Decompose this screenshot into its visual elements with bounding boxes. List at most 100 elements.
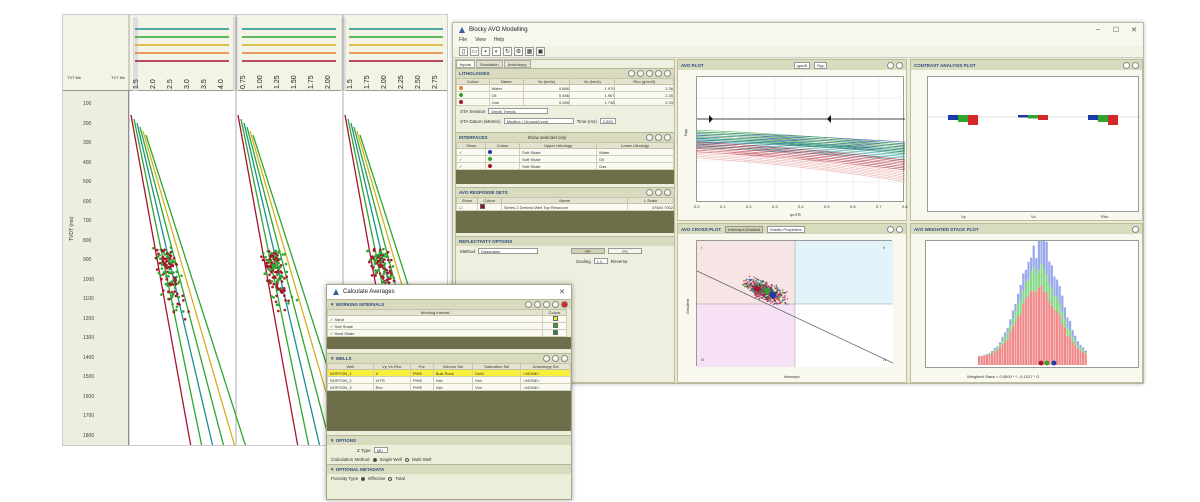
menu-help[interactable]: Help <box>494 37 504 46</box>
menu-file[interactable]: File <box>459 37 467 46</box>
plot-select-1[interactable]: qpmB <box>793 61 811 69</box>
show-selected-checkbox[interactable]: Show selected only <box>528 135 567 140</box>
app-logo-icon <box>459 27 465 33</box>
multi-well-radio[interactable] <box>404 457 409 462</box>
color-swatch[interactable] <box>459 92 463 97</box>
options-icon[interactable] <box>1123 61 1130 69</box>
table-row[interactable]: ✓ Sand <box>327 315 567 323</box>
tab-anisotropy[interactable]: Anisotropy <box>503 60 531 68</box>
new-icon[interactable]: ▯ <box>459 47 468 56</box>
settings-icon[interactable] <box>1132 61 1139 69</box>
ps-button[interactable]: PS <box>608 248 643 254</box>
add-icon[interactable] <box>525 301 532 308</box>
color-swatch[interactable] <box>459 85 463 90</box>
table-row[interactable]: Oil 0.486 1.967 2.35 <box>456 91 674 99</box>
table-row[interactable]: Water 0.886 1.970 2.36 <box>456 84 674 92</box>
settings-icon[interactable] <box>896 225 903 233</box>
log-point <box>187 310 190 313</box>
remove-icon[interactable] <box>655 189 662 196</box>
table-icon[interactable] <box>543 301 550 308</box>
stop-icon[interactable] <box>561 301 568 308</box>
table-icon[interactable] <box>664 134 671 141</box>
options-icon[interactable] <box>887 225 894 233</box>
settings-icon[interactable]: ⚙ <box>514 47 523 56</box>
crossplot-point <box>755 280 757 282</box>
close-button[interactable]: ✕ <box>553 288 571 296</box>
add-icon[interactable] <box>543 355 550 362</box>
log-point <box>161 255 165 259</box>
histogram-bar <box>1004 342 1007 365</box>
weighted-stack-area[interactable] <box>925 231 1139 368</box>
table-row[interactable]: ✓ Soft Shale <box>327 322 567 330</box>
pp-button[interactable]: PP <box>571 248 606 254</box>
time-field[interactable]: 2,500 <box>599 118 616 124</box>
calc-method-row: Calculation Method Single Well Multi Wel… <box>331 457 432 462</box>
remove-icon[interactable] <box>534 301 541 308</box>
options-icon[interactable] <box>887 61 894 69</box>
table-row[interactable]: ✓ Hard Shale <box>327 329 567 337</box>
add-icon[interactable] <box>646 134 653 141</box>
method-select[interactable]: Gassmann <box>478 248 539 254</box>
log-point <box>386 255 389 258</box>
remove-icon[interactable] <box>655 134 662 141</box>
options-icon[interactable] <box>664 70 671 77</box>
tab-inputs[interactable]: Inputs <box>456 60 475 68</box>
single-well-radio[interactable] <box>372 457 377 462</box>
effective-radio[interactable] <box>361 476 366 481</box>
crossplot-area[interactable]: I II III IV <box>696 240 894 367</box>
maximize-button[interactable]: ☐ <box>1107 26 1125 34</box>
avo-plot-area[interactable] <box>696 76 906 203</box>
histogram-bar <box>1066 335 1069 365</box>
table-row[interactable]: NORTON_2 VITR PHIE Vsh Vsh <NONE> <box>327 376 571 384</box>
contrast-plot-area[interactable] <box>927 76 1140 212</box>
color-swatch[interactable] <box>459 99 463 104</box>
window-icon[interactable]: ▣ <box>536 47 545 56</box>
plot-select-2[interactable]: Rpp <box>814 61 828 69</box>
save-icon[interactable]: ▪ <box>481 47 490 56</box>
grid-icon[interactable]: ▦ <box>525 47 534 56</box>
close-button[interactable]: ✕ <box>1125 26 1143 34</box>
search-icon[interactable] <box>561 355 568 362</box>
quadrant-fill <box>795 241 893 304</box>
lithology-icon[interactable]: ◐ <box>492 47 501 56</box>
refresh-icon[interactable]: ↻ <box>503 47 512 56</box>
edit-icon[interactable] <box>552 301 559 308</box>
table-row[interactable]: ☐ Series 2 Derived Well Top Resource 47484… <box>456 203 674 211</box>
remove-icon[interactable] <box>552 355 559 362</box>
add-icon[interactable] <box>646 189 653 196</box>
log-point <box>277 309 280 313</box>
log-point <box>276 273 279 277</box>
remove-icon[interactable] <box>637 70 644 77</box>
scaling-field[interactable]: 1.0 <box>593 258 608 264</box>
add-icon[interactable] <box>628 70 635 77</box>
table-row[interactable]: ✓ Soft Shale Gas <box>455 162 674 170</box>
tab-intercept-gradient[interactable]: Intercept-Gradient <box>725 225 764 233</box>
crossplot-point <box>781 289 784 291</box>
menu-view[interactable]: View <box>475 37 486 46</box>
minimize-button[interactable]: – <box>1089 26 1107 34</box>
table-row[interactable]: NORTON_3 Rev PHIE Vsh Vsh <NONE> <box>327 383 571 391</box>
reverse-checkbox[interactable]: Reverse <box>611 259 628 264</box>
table-row[interactable]: ✓ Soft Shale Oil <box>455 155 674 163</box>
sta-session-field[interactable]: Depth Trends <box>488 108 549 114</box>
crossplot-point <box>775 284 778 287</box>
wells-table: Well Vp Vs Rho Por Volume Sel Saturation… <box>327 363 571 391</box>
settings-icon[interactable] <box>896 61 903 69</box>
settings-icon[interactable] <box>1132 225 1139 233</box>
copy-icon[interactable] <box>655 70 662 77</box>
tab-simulation[interactable]: Simulation <box>475 60 503 68</box>
log-point <box>162 289 165 292</box>
histogram-bar <box>1058 286 1061 304</box>
edit-icon[interactable] <box>646 70 653 77</box>
ztype-select[interactable]: MD <box>373 447 388 453</box>
table-icon[interactable] <box>664 189 671 196</box>
table-row[interactable]: NORTON_1 V PHIE Bulk Rock Vsh1 <NONE> <box>327 369 571 377</box>
sta-datum-select[interactable]: Mudline / Ground/Level <box>503 118 574 124</box>
total-radio[interactable] <box>388 476 393 481</box>
crossplot-point <box>760 296 762 298</box>
table-row[interactable]: ✓ Soft Shale Water <box>455 148 674 156</box>
crossplot-point <box>780 301 782 303</box>
tab-elastic-properties[interactable]: Elastic Properties <box>767 225 805 233</box>
table-row[interactable]: Gas 0.285 1.748 2.33 <box>456 98 674 106</box>
open-icon[interactable]: ▭ <box>470 47 479 56</box>
